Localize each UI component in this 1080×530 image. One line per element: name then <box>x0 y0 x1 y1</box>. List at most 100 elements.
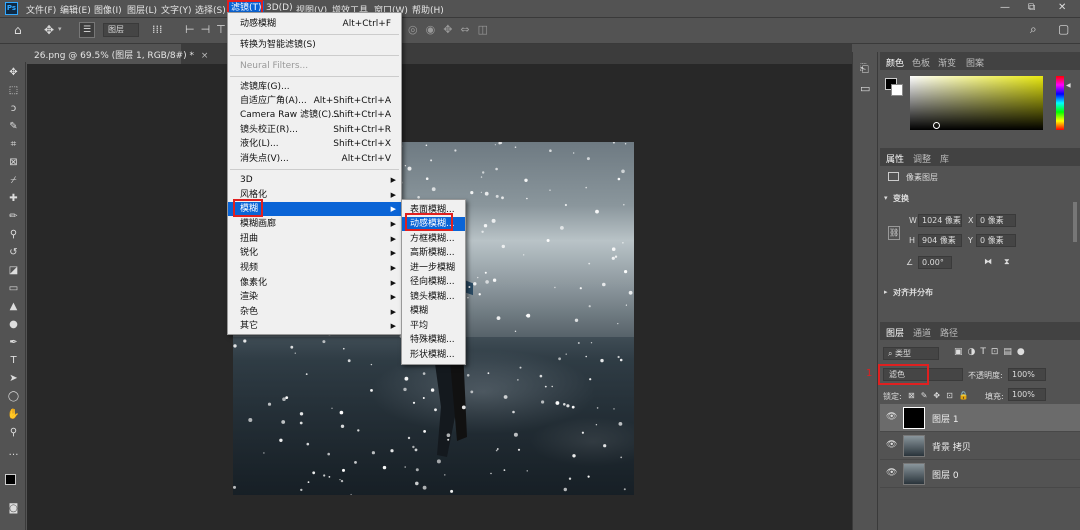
submenu-blur-more[interactable]: 进一步模糊 <box>402 261 465 275</box>
y-input[interactable]: 0 像素 <box>976 234 1016 247</box>
menu-item-other[interactable]: 其它 ▶ <box>228 319 401 333</box>
shape-tool-icon[interactable]: ◯ <box>7 390 20 403</box>
x-input[interactable]: 0 像素 <box>976 214 1016 227</box>
tab-adjustments[interactable]: 调整 <box>913 152 931 165</box>
tab-paths[interactable]: 路径 <box>940 326 958 339</box>
color-picker-cursor[interactable] <box>933 122 940 129</box>
chevron-down-icon[interactable]: ▾ <box>58 25 62 33</box>
menu-type[interactable]: 文字(Y) <box>161 3 192 16</box>
menu-select[interactable]: 选择(S) <box>195 3 226 16</box>
hand-tool-icon[interactable]: ✋ <box>7 408 20 421</box>
fill-input[interactable]: 100% <box>1008 388 1046 401</box>
menu-item-pixelate[interactable]: 像素化 ▶ <box>228 276 401 290</box>
menu-item-blur-gallery[interactable]: 模糊画廊 ▶ <box>228 217 401 231</box>
history-brush-tool-icon[interactable]: ↺ <box>7 246 20 259</box>
tab-gradients[interactable]: 渐变 <box>938 56 956 69</box>
search-icon[interactable]: ⌕ <box>1030 22 1037 37</box>
menu-item-lens-correction[interactable]: 镜头校正(R)... Shift+Ctrl+R <box>228 123 401 137</box>
tab-libraries[interactable]: 库 <box>940 152 949 165</box>
menu-item-render[interactable]: 渲染 ▶ <box>228 290 401 304</box>
menu-item-noise[interactable]: 杂色 ▶ <box>228 305 401 319</box>
submenu-box-blur[interactable]: 方框模糊... <box>402 232 465 246</box>
lasso-tool-icon[interactable]: ↄ <box>7 102 20 115</box>
submenu-blur[interactable]: 模糊 <box>402 304 465 318</box>
flip-horizontal-icon[interactable]: ⧓ <box>984 257 992 266</box>
layer-filter-kind[interactable]: ⌕ 类型 <box>883 347 939 360</box>
submenu-average[interactable]: 平均 <box>402 319 465 333</box>
tab-channels[interactable]: 通道 <box>913 326 931 339</box>
align-distribute-header[interactable]: 对齐并分布 <box>893 287 933 298</box>
visibility-eye-icon[interactable]: 👁 <box>886 412 897 422</box>
marquee-tool-icon[interactable]: ⬚ <box>7 84 20 97</box>
menu-item-sharpen[interactable]: 锐化 ▶ <box>228 246 401 260</box>
history-icon[interactable]: ⎗ <box>860 62 869 76</box>
lock-icons[interactable]: ⊠✎✥⊡🔒 <box>908 391 975 400</box>
visibility-eye-icon[interactable]: 👁 <box>886 440 897 450</box>
move-tool-icon[interactable]: ✥ <box>7 66 20 79</box>
crop-tool-icon[interactable]: ⌗ <box>7 138 20 151</box>
menu-item-filter-gallery[interactable]: 滤镜库(G)... <box>228 80 401 94</box>
frame-tool-icon[interactable]: ⊠ <box>7 156 20 169</box>
menu-edit[interactable]: 编辑(E) <box>60 3 91 16</box>
3d-mode-icons[interactable]: ◎◉✥⇔◫ <box>408 23 496 36</box>
restore-icon[interactable]: ⧉ <box>1028 2 1035 13</box>
close-window-icon[interactable]: ✕ <box>1058 2 1066 13</box>
comments-icon[interactable]: ▭ <box>860 82 870 95</box>
menu-item-convert-smart[interactable]: 转换为智能滤镜(S) <box>228 38 401 52</box>
gradient-tool-icon[interactable]: ▭ <box>7 282 20 295</box>
home-icon[interactable]: ⌂ <box>14 23 22 37</box>
path-select-tool-icon[interactable]: ➤ <box>7 372 20 385</box>
quick-select-tool-icon[interactable]: ✎ <box>7 120 20 133</box>
tab-patterns[interactable]: 图案 <box>966 56 984 69</box>
opacity-input[interactable]: 100% <box>1008 368 1046 381</box>
workspace-icon[interactable]: ▢ <box>1058 22 1069 36</box>
visibility-eye-icon[interactable]: 👁 <box>886 468 897 478</box>
brush-tool-icon[interactable]: ✏ <box>7 210 20 223</box>
width-input[interactable]: 1024 像素 <box>918 214 962 227</box>
blur-tool-icon[interactable]: ▲ <box>7 300 20 313</box>
collapse-chevron-icon[interactable]: ▾ <box>884 194 888 202</box>
hue-slider-handle[interactable]: ◀ <box>1066 82 1071 89</box>
menu-help[interactable]: 帮助(H) <box>412 3 444 16</box>
layer-filter-icons[interactable]: ▣◑T⊡▤● <box>954 347 1030 357</box>
layer-select-dropdown[interactable]: 图层 <box>103 23 139 37</box>
menu-item-distort[interactable]: 扭曲 ▶ <box>228 232 401 246</box>
collapse-chevron-icon[interactable]: ▸ <box>884 288 888 296</box>
submenu-gaussian-blur[interactable]: 高斯模糊... <box>402 246 465 260</box>
transform-controls-icon[interactable]: ⁞⁞⁞ <box>152 23 163 36</box>
menu-item-last-filter[interactable]: 动感模糊 Alt+Ctrl+F <box>228 17 401 31</box>
zoom-tool-icon[interactable]: ⚲ <box>7 426 20 439</box>
submenu-lens-blur[interactable]: 镜头模糊... <box>402 290 465 304</box>
layer-row[interactable]: 👁 图层 1 <box>880 404 1080 432</box>
angle-input[interactable]: 0.00° <box>918 256 952 269</box>
hue-slider[interactable] <box>1056 76 1064 130</box>
layer-row[interactable]: 👁 图层 0 <box>880 460 1080 488</box>
menu-item-3d[interactable]: 3D ▶ <box>228 173 401 187</box>
menu-item-video[interactable]: 视频 ▶ <box>228 261 401 275</box>
auto-select-checkbox[interactable]: ☰ <box>79 22 95 38</box>
healing-brush-tool-icon[interactable]: ✚ <box>7 192 20 205</box>
height-input[interactable]: 904 像素 <box>918 234 962 247</box>
menu-item-adaptive-wide[interactable]: 自适应广角(A)... Alt+Shift+Ctrl+A <box>228 94 401 108</box>
menu-item-camera-raw[interactable]: Camera Raw 滤镜(C)... Shift+Ctrl+A <box>228 108 401 122</box>
quick-mask-icon[interactable]: ◙ <box>7 502 20 515</box>
properties-scrollbar[interactable] <box>1073 202 1077 242</box>
close-tab-icon[interactable]: × <box>201 51 209 61</box>
submenu-smart-blur[interactable]: 特殊模糊... <box>402 333 465 347</box>
link-dimensions-icon[interactable]: ⛓ <box>888 226 900 240</box>
submenu-radial-blur[interactable]: 径向模糊... <box>402 275 465 289</box>
tab-color[interactable]: 颜色 <box>886 56 904 69</box>
more-tools-icon[interactable]: … <box>7 446 20 459</box>
clone-stamp-tool-icon[interactable]: ⚲ <box>7 228 20 241</box>
menu-image[interactable]: 图像(I) <box>94 3 122 16</box>
tab-properties[interactable]: 属性 <box>886 152 904 165</box>
flip-vertical-icon[interactable]: ⧗ <box>1004 257 1010 267</box>
eyedropper-tool-icon[interactable]: ⌿ <box>7 174 20 187</box>
eraser-tool-icon[interactable]: ◪ <box>7 264 20 277</box>
menu-item-liquify[interactable]: 液化(L)... Shift+Ctrl+X <box>228 137 401 151</box>
document-tab[interactable]: 26.png @ 69.5% (图层 1, RGB/8#) * × <box>26 44 208 64</box>
type-tool-icon[interactable]: T <box>7 354 20 367</box>
menu-layer[interactable]: 图层(L) <box>127 3 157 16</box>
layer-row[interactable]: 👁 背景 拷贝 <box>880 432 1080 460</box>
dodge-tool-icon[interactable]: ● <box>7 318 20 331</box>
